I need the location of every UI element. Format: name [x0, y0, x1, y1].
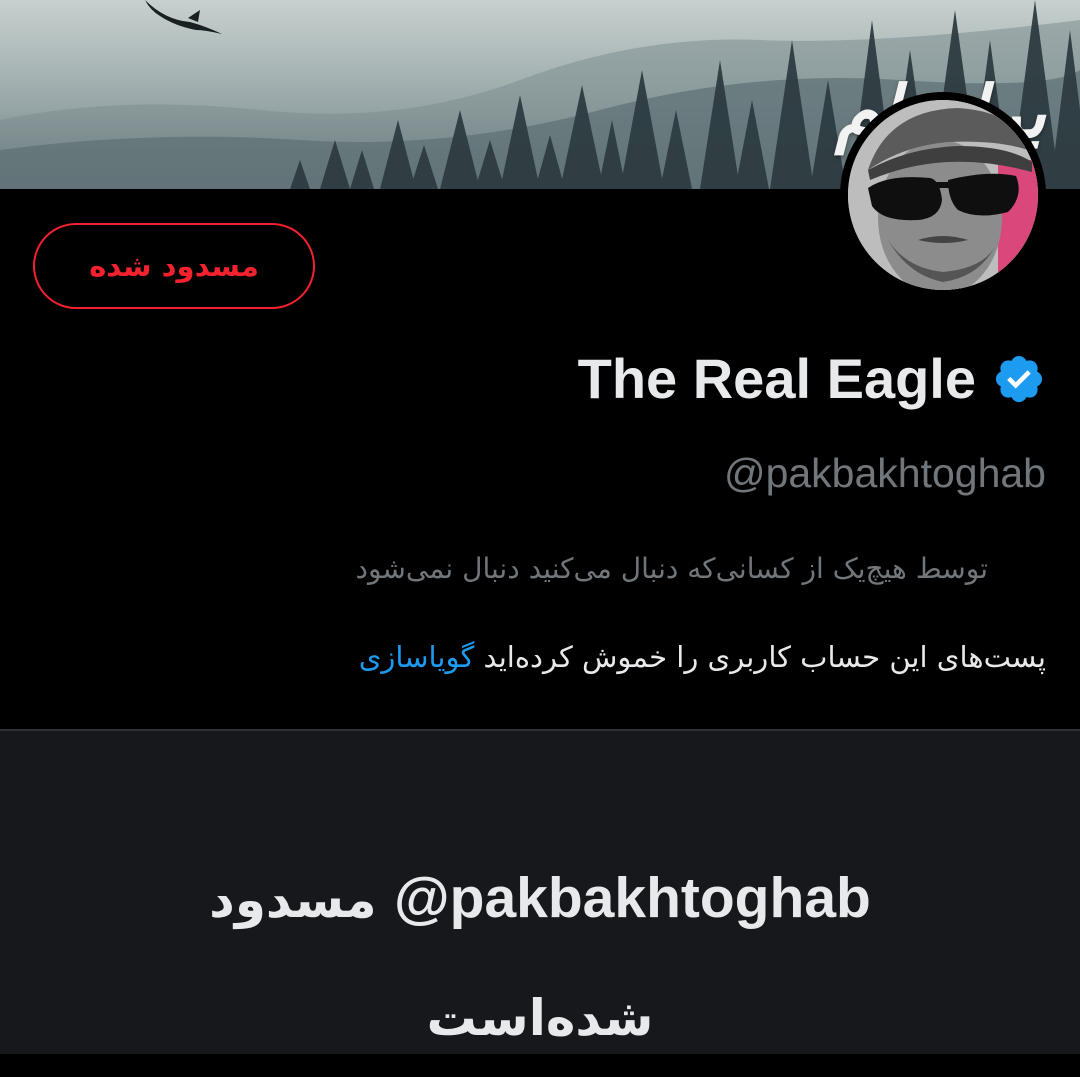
blocked-notice-prefix: مسدود — [209, 871, 377, 929]
profile-handle: @pakbakhtoghab — [723, 450, 1046, 496]
blocked-notice-suffix: شده‌است — [426, 989, 654, 1047]
blocked-notice-handle: @pakbakhtoghab — [394, 866, 871, 930]
display-name: The Real Eagle — [577, 347, 976, 410]
blocked-button[interactable]: مسدود شده — [33, 223, 315, 309]
blocked-notice-title: @pakbakhtoghab مسدود شده‌است — [90, 839, 990, 1077]
unmute-link[interactable]: گویاسازی — [359, 640, 475, 674]
avatar[interactable] — [840, 92, 1046, 298]
avatar-image — [848, 100, 1038, 290]
muted-notice: پست‌های این حساب کاربری را خموش کرده‌اید… — [359, 640, 1046, 674]
verified-badge-icon[interactable] — [992, 352, 1046, 406]
blocked-notice-panel: @pakbakhtoghab مسدود شده‌است — [0, 731, 1080, 1054]
followed-by-text: توسط هیچ‌یک از کسانی‌که دنبال می‌کنید دن… — [355, 552, 988, 585]
profile-name-row: The Real Eagle — [578, 346, 1046, 411]
muted-notice-text: پست‌های این حساب کاربری را خموش کرده‌اید — [483, 640, 1046, 674]
